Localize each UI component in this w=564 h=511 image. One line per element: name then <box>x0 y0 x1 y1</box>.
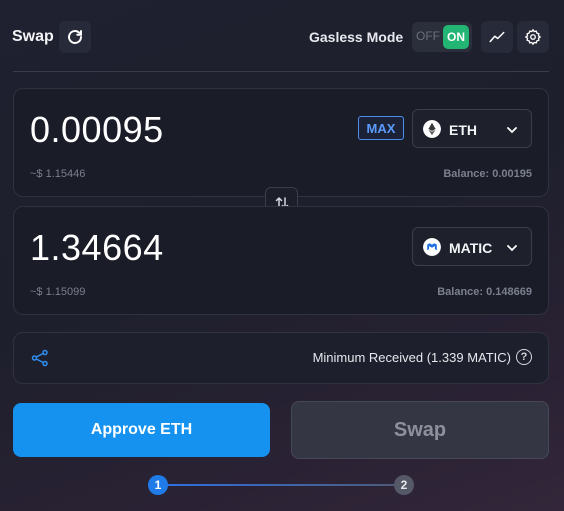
step-1: 1 <box>148 475 168 495</box>
refresh-icon <box>68 30 82 44</box>
to-usd-value: ~$ 1.15099 <box>30 286 86 298</box>
step-connector <box>166 484 396 486</box>
gasless-toggle[interactable]: OFF ON <box>412 22 472 52</box>
route-icon <box>31 349 48 367</box>
chevron-down-icon <box>507 127 517 134</box>
route-info-row[interactable]: Minimum Received (1.339 MATIC) ? <box>13 332 549 384</box>
toggle-off-label: OFF <box>416 29 440 43</box>
from-usd-value: ~$ 1.15446 <box>30 168 86 180</box>
gasless-mode-label: Gasless Mode <box>309 29 404 45</box>
settings-icon <box>524 28 542 46</box>
from-balance: Balance: 0.00195 <box>443 168 532 180</box>
chart-button[interactable] <box>481 21 513 53</box>
to-token-card: 1.34664 MATIC ~$ 1.15099 Balance: 0.1486… <box>13 206 549 315</box>
from-token-select[interactable]: ETH <box>412 109 532 148</box>
help-icon[interactable]: ? <box>516 349 532 365</box>
from-token-name: ETH <box>449 122 477 138</box>
max-button[interactable]: MAX <box>358 116 404 140</box>
step-2: 2 <box>394 475 414 495</box>
approve-button[interactable]: Approve ETH <box>13 403 270 457</box>
to-token-select[interactable]: MATIC <box>412 227 532 266</box>
from-amount-input[interactable]: 0.00095 <box>30 109 164 151</box>
to-amount-value: 1.34664 <box>30 227 164 268</box>
to-token-name: MATIC <box>449 240 493 256</box>
chevron-down-icon <box>507 245 517 252</box>
chart-icon <box>489 31 505 43</box>
header: Swap Gasless Mode OFF ON <box>0 0 564 72</box>
swap-button[interactable]: Swap <box>291 401 549 459</box>
toggle-on-label: ON <box>443 25 469 49</box>
matic-icon <box>423 238 441 256</box>
minimum-received-text: Minimum Received (1.339 MATIC) <box>312 350 511 365</box>
to-balance: Balance: 0.148669 <box>437 286 532 298</box>
from-token-card: 0.00095 MAX ETH ~$ 1.15446 Balance: 0.00… <box>13 88 549 197</box>
step-indicator: 1 2 <box>148 475 414 495</box>
settings-button[interactable] <box>517 21 549 53</box>
page-title: Swap <box>12 28 54 45</box>
header-divider <box>13 71 549 72</box>
eth-icon <box>423 120 441 138</box>
refresh-button[interactable] <box>59 21 91 53</box>
